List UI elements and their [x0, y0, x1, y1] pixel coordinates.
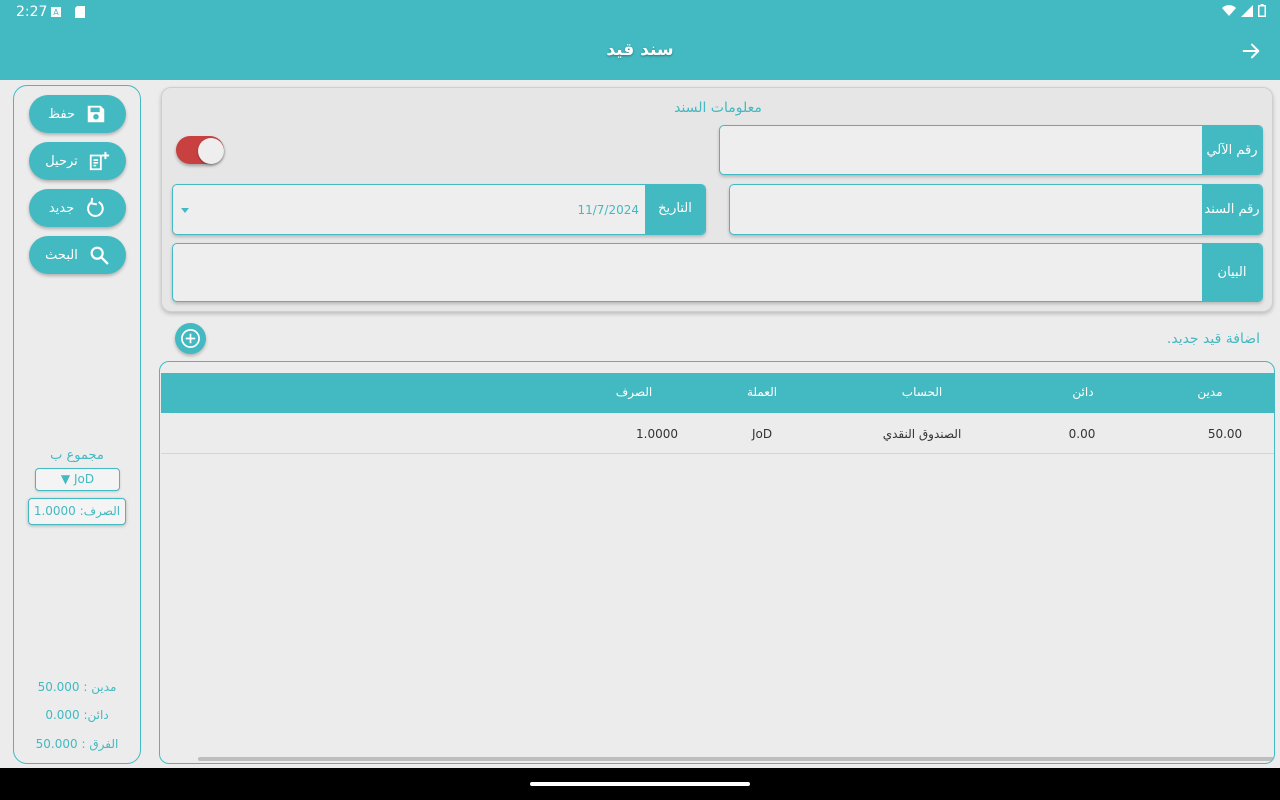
dropdown-caret-icon [181, 208, 189, 213]
header-account: الحساب [901, 385, 943, 399]
search-icon [90, 246, 109, 265]
status-toggle[interactable] [174, 134, 226, 166]
keyboard-notification-icon: A [51, 7, 61, 17]
toggle-knob [198, 138, 224, 164]
system-nav-bar [0, 768, 1280, 800]
currency-dropdown[interactable]: ▼ JoD [35, 468, 120, 491]
page-title: سند قيد [606, 40, 674, 60]
add-entry-label: اضافة قيد جديد. [1166, 331, 1260, 347]
app-bar: 2:27 A سند قيد [0, 0, 1280, 80]
date-field[interactable]: التاريخ 11/7/2024 [172, 184, 706, 235]
wifi-icon [1222, 4, 1236, 16]
sd-card-icon [75, 6, 85, 18]
refresh-icon [87, 197, 104, 217]
description-field[interactable]: البيان [172, 243, 1263, 302]
total-credit: دائن: 0.000 [45, 708, 109, 722]
table-header: مدين دائن الحساب العملة الصرف [161, 373, 1274, 413]
battery-icon [1258, 4, 1266, 17]
status-icons [1222, 4, 1266, 17]
save-label: حفظ [48, 106, 75, 122]
header-credit: دائن [1072, 385, 1094, 399]
add-circle-icon [181, 329, 200, 348]
home-gesture-pill[interactable] [530, 782, 750, 786]
total-debit: مدين : 50.000 [37, 680, 117, 694]
table-row[interactable]: 50.00 0.00 الصندوق النقدي JoD 1.0000 [161, 413, 1274, 454]
post-note-icon [89, 151, 109, 171]
svg-text:A: A [53, 8, 59, 17]
signal-icon [1241, 4, 1253, 17]
header-debit: مدين [1197, 385, 1223, 399]
cell-currency: JoD [751, 427, 773, 441]
new-button[interactable]: جديد [29, 189, 126, 227]
description-label: البيان [1202, 244, 1262, 301]
cell-account: الصندوق النقدي [882, 427, 962, 441]
search-button[interactable]: البحث [29, 236, 126, 274]
status-time: 2:27 [16, 4, 48, 20]
entries-table: مدين دائن الحساب العملة الصرف 50.00 0.00… [159, 361, 1275, 764]
cell-rate: 1.0000 [636, 427, 678, 441]
auto-number-label: رقم الآلي [1202, 126, 1262, 174]
horizontal-scrollbar[interactable] [198, 757, 1274, 761]
cell-debit: 50.00 [1207, 427, 1243, 441]
exchange-rate-box: الصرف: 1.0000 [28, 498, 126, 525]
date-label: التاريخ [645, 185, 705, 234]
date-value: 11/7/2024 [577, 202, 639, 217]
new-label: جديد [48, 200, 75, 216]
voucher-number-field[interactable]: رقم السند [729, 184, 1263, 235]
search-label: البحث [45, 247, 78, 263]
sum-by-label: مجموع ب [50, 448, 104, 463]
voucher-info-card: معلومات السند رقم الآلي رقم السند التاري… [161, 87, 1273, 312]
card-title: معلومات السند [674, 100, 762, 116]
header-currency: العملة [746, 385, 778, 399]
voucher-number-label: رقم السند [1202, 185, 1262, 234]
save-icon [87, 105, 105, 123]
sidebar: حفظ ترحيل جديد البحث مجموع ب ▼ JoD الصرف… [13, 85, 141, 764]
cell-credit: 0.00 [1068, 427, 1096, 441]
back-arrow-icon[interactable] [1240, 40, 1262, 62]
save-button[interactable]: حفظ [29, 95, 126, 133]
header-rate: الصرف [615, 385, 653, 399]
post-label: ترحيل [45, 153, 78, 169]
add-entry-button[interactable] [175, 323, 206, 354]
post-button[interactable]: ترحيل [29, 142, 126, 180]
auto-number-field[interactable]: رقم الآلي [719, 125, 1263, 175]
total-difference: الفرق : 50.000 [35, 737, 119, 751]
